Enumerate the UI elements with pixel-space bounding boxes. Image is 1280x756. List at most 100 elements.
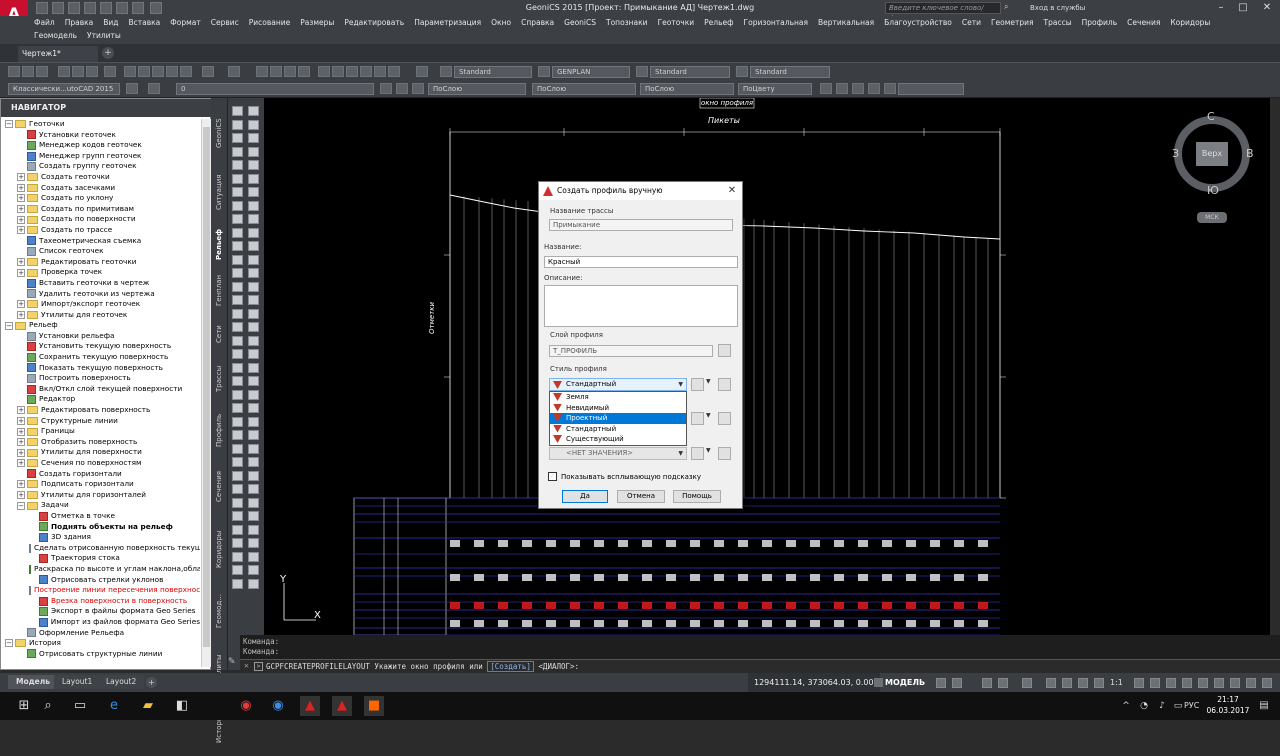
collapse-icon[interactable]: −	[17, 501, 25, 510]
canvas-scrollbar[interactable]	[1270, 98, 1280, 635]
tool-icon[interactable]	[232, 403, 243, 413]
mleader-style-select[interactable]: Standard	[750, 66, 830, 78]
menu-item[interactable]: Файл	[34, 18, 55, 27]
tool-icon[interactable]	[232, 133, 243, 143]
layer-select[interactable]: 0	[176, 83, 374, 95]
tool-icon[interactable]	[232, 430, 243, 440]
tree-item[interactable]: + Создать по уклону	[5, 193, 200, 204]
polar-icon[interactable]	[998, 678, 1008, 688]
navigator-scrollbar[interactable]	[201, 119, 211, 667]
expand-icon[interactable]: +	[17, 448, 25, 457]
design-center-icon[interactable]	[332, 66, 344, 77]
properties-icon[interactable]	[820, 83, 832, 94]
tool-icon[interactable]	[248, 551, 259, 562]
save-as-icon[interactable]	[84, 2, 96, 14]
command-input[interactable]: ✕ > GCPFCREATEPROFILELAYOUT Укажите окно…	[240, 659, 1280, 673]
label-style-edit-button[interactable]	[691, 412, 704, 425]
tree-item[interactable]: Поднять объекты на рельеф	[5, 522, 200, 533]
tree-item[interactable]: + Подписать горизонтали	[5, 479, 200, 490]
tree-item[interactable]: Установки рельефа	[5, 331, 200, 342]
print-icon[interactable]	[100, 2, 112, 14]
match-properties-icon[interactable]	[166, 66, 178, 77]
menu-item[interactable]: Геоточки	[658, 18, 695, 27]
tool-icon[interactable]	[248, 119, 259, 130]
menu-item[interactable]: Размеры	[300, 18, 334, 27]
tree-item[interactable]: Установить текущую поверхность	[5, 341, 200, 352]
menu-item[interactable]: Утилиты	[87, 31, 121, 40]
tool-icon[interactable]	[248, 362, 259, 373]
menu-item[interactable]: Параметризация	[414, 18, 481, 27]
layer-pick-button[interactable]	[718, 344, 731, 357]
search-icon[interactable]: ⌕	[38, 696, 58, 716]
side-tab[interactable]: Профиль	[211, 404, 227, 456]
expand-icon[interactable]: +	[17, 194, 25, 203]
tool-icon[interactable]	[232, 457, 243, 467]
new-icon[interactable]	[8, 66, 20, 77]
tree-item[interactable]: + Границы	[5, 426, 200, 437]
cancel-button[interactable]: Отмена	[617, 490, 665, 503]
side-tab[interactable]: Геомод...	[211, 582, 227, 640]
style-menu-chevron-icon[interactable]: ▼	[706, 378, 711, 385]
tool-icon[interactable]	[232, 376, 243, 386]
workspace-settings-icon[interactable]	[126, 83, 138, 94]
name-field[interactable]: Красный	[544, 256, 738, 268]
side-tab[interactable]: GeoniCS	[211, 102, 227, 164]
layer-iso-icon[interactable]	[836, 83, 848, 94]
tree-item[interactable]: Создать группу геоточек	[5, 161, 200, 172]
side-tab[interactable]: Сети	[211, 314, 227, 354]
tool-icon[interactable]	[248, 308, 259, 319]
menu-item[interactable]: GeoniCS	[564, 18, 596, 27]
language-indicator[interactable]: РУС	[1184, 692, 1199, 720]
tree-item[interactable]: Отрисовать структурные линии	[5, 649, 200, 660]
tool-icon[interactable]	[248, 241, 259, 251]
cut-icon[interactable]	[124, 66, 136, 77]
tool-icon[interactable]	[248, 160, 259, 170]
navigator-scroll-thumb[interactable]	[203, 127, 210, 647]
tree-item[interactable]: + Утилиты для горизонталей	[5, 490, 200, 501]
tree-item[interactable]: + Создать по трассе	[5, 225, 200, 236]
tool-icon[interactable]	[232, 335, 243, 346]
expand-icon[interactable]: +	[17, 268, 25, 277]
new-file-icon[interactable]	[36, 2, 48, 14]
isodraft-icon[interactable]	[1022, 678, 1032, 688]
tool-icon[interactable]	[248, 322, 259, 332]
collapse-icon[interactable]: −	[5, 639, 13, 648]
tool-icon[interactable]	[232, 200, 243, 211]
color-select[interactable]: ПоСлою	[428, 83, 526, 95]
tool-icon[interactable]	[232, 187, 243, 197]
recorder-taskbar-icon[interactable]: ■	[364, 696, 384, 716]
tool-icon[interactable]	[248, 484, 259, 494]
tree-item[interactable]: Траектория стока	[5, 553, 200, 564]
tool-icon[interactable]	[232, 308, 243, 319]
expand-icon[interactable]: +	[17, 459, 25, 468]
side-tab[interactable]: Трассы	[211, 356, 227, 402]
tool-icon[interactable]	[232, 214, 243, 224]
tree-item[interactable]: + Создать геоточки	[5, 172, 200, 183]
text-style-icon[interactable]	[440, 66, 452, 77]
plot-icon[interactable]	[58, 66, 70, 77]
tool-icon[interactable]	[232, 524, 243, 535]
tool-icon[interactable]	[232, 295, 243, 305]
tool-icon[interactable]	[248, 214, 259, 224]
notifications-icon[interactable]: ▤	[1254, 696, 1274, 716]
tab-drawing1[interactable]: Чертеж1*	[18, 46, 98, 62]
tool-icon[interactable]	[248, 538, 259, 548]
autocad-taskbar-icon[interactable]: ▲	[332, 696, 352, 716]
osnap-icon[interactable]	[1062, 678, 1072, 688]
collapse-icon[interactable]: −	[5, 120, 13, 129]
lineweight-icon[interactable]	[1078, 678, 1088, 688]
tree-item[interactable]: Отметка в точке	[5, 511, 200, 522]
menu-item[interactable]: Геомодель	[34, 31, 77, 40]
tool-icon[interactable]	[232, 511, 243, 521]
tool-icon[interactable]	[248, 173, 259, 184]
layer-previous-icon[interactable]	[396, 83, 408, 94]
tree-item[interactable]: Построить поверхность	[5, 373, 200, 384]
description-field[interactable]	[544, 285, 738, 327]
3dprint-icon[interactable]	[104, 66, 116, 77]
markup-icon[interactable]	[374, 66, 386, 77]
minimize-button[interactable]: –	[1210, 0, 1232, 16]
tree-item[interactable]: Тахеометрическая съемка	[5, 236, 200, 247]
style-preview-button[interactable]	[718, 378, 731, 391]
tool-icon[interactable]	[232, 268, 243, 278]
layer-freeze-icon[interactable]	[884, 83, 896, 94]
